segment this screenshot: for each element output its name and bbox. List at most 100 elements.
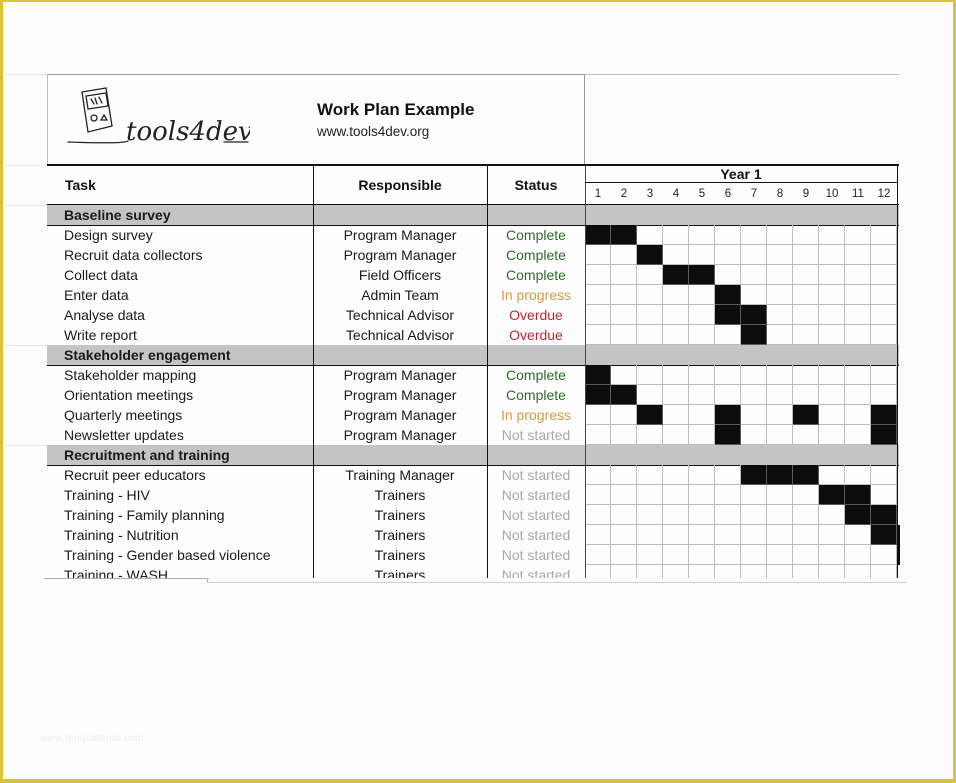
task-row[interactable]: Analyse data Technical Advisor Overdue — [47, 305, 899, 325]
gantt-cell[interactable] — [663, 305, 689, 325]
gantt-cell-scheduled[interactable] — [845, 485, 871, 505]
gantt-cell-scheduled[interactable] — [715, 425, 741, 445]
gantt-cell[interactable] — [793, 305, 819, 325]
gantt-cell[interactable] — [871, 365, 897, 385]
gantt-cell[interactable] — [715, 225, 741, 245]
gantt-cell[interactable] — [845, 425, 871, 445]
gantt-cell[interactable] — [793, 325, 819, 345]
gantt-cell[interactable] — [767, 365, 793, 385]
gantt-cell[interactable] — [741, 425, 767, 445]
gantt-cell[interactable] — [611, 505, 637, 525]
gantt-cell[interactable] — [611, 545, 637, 565]
gantt-cell[interactable] — [845, 225, 871, 245]
gantt-cell[interactable] — [689, 485, 715, 505]
gantt-cell[interactable] — [767, 265, 793, 285]
gantt-cell[interactable] — [689, 305, 715, 325]
gantt-cell[interactable] — [637, 385, 663, 405]
gantt-cell[interactable] — [793, 505, 819, 525]
gantt-cell[interactable] — [689, 385, 715, 405]
gantt-cell[interactable] — [845, 305, 871, 325]
gantt-cell[interactable] — [871, 225, 897, 245]
gantt-cell[interactable] — [689, 405, 715, 425]
task-row[interactable]: Training - Gender based violence Trainers… — [47, 545, 900, 565]
gantt-cell[interactable] — [871, 385, 897, 405]
gantt-cell-scheduled[interactable] — [585, 225, 611, 245]
gantt-cell[interactable] — [637, 465, 663, 485]
gantt-cell[interactable] — [585, 425, 611, 445]
gantt-cell[interactable] — [845, 325, 871, 345]
gantt-cell-scheduled[interactable] — [741, 305, 767, 325]
gantt-cell-scheduled[interactable] — [871, 525, 897, 545]
gantt-cell-scheduled[interactable] — [741, 465, 767, 485]
gantt-cell[interactable] — [663, 545, 689, 565]
gantt-cell[interactable] — [715, 485, 741, 505]
gantt-cell[interactable] — [637, 505, 663, 525]
gantt-cell[interactable] — [819, 545, 845, 565]
gantt-cell[interactable] — [793, 285, 819, 305]
gantt-cell[interactable] — [637, 305, 663, 325]
gantt-cell-scheduled[interactable] — [819, 485, 845, 505]
gantt-cell[interactable] — [767, 405, 793, 425]
gantt-cell[interactable] — [689, 425, 715, 445]
gantt-cell[interactable] — [637, 485, 663, 505]
gantt-cell[interactable] — [637, 325, 663, 345]
gantt-cell[interactable] — [611, 405, 637, 425]
gantt-cell[interactable] — [715, 325, 741, 345]
gantt-cell[interactable] — [715, 505, 741, 525]
gantt-cell[interactable] — [767, 285, 793, 305]
gantt-cell[interactable] — [689, 245, 715, 265]
task-row[interactable]: Training - Nutrition Trainers Not started — [47, 525, 900, 545]
gantt-cell[interactable] — [663, 525, 689, 545]
task-row[interactable]: Training - HIV Trainers Not started — [47, 485, 899, 505]
gantt-cell[interactable] — [611, 485, 637, 505]
gantt-cell[interactable] — [819, 305, 845, 325]
gantt-cell[interactable] — [689, 365, 715, 385]
task-row[interactable]: Design survey Program Manager Complete — [47, 225, 899, 245]
gantt-cell-scheduled[interactable] — [767, 465, 793, 485]
gantt-cell[interactable] — [637, 545, 663, 565]
gantt-cell[interactable] — [871, 305, 897, 325]
gantt-cell[interactable] — [793, 545, 819, 565]
gantt-cell[interactable] — [611, 265, 637, 285]
gantt-cell[interactable] — [819, 385, 845, 405]
gantt-cell[interactable] — [793, 225, 819, 245]
gantt-cell[interactable] — [663, 505, 689, 525]
task-row[interactable]: Enter data Admin Team In progress — [47, 285, 899, 305]
gantt-cell[interactable] — [689, 465, 715, 485]
gantt-cell-scheduled[interactable] — [793, 465, 819, 485]
gantt-cell[interactable] — [819, 265, 845, 285]
gantt-cell[interactable] — [689, 545, 715, 565]
gantt-cell[interactable] — [611, 425, 637, 445]
gantt-cell-scheduled[interactable] — [585, 365, 611, 385]
gantt-cell[interactable] — [689, 225, 715, 245]
task-row[interactable]: Stakeholder mapping Program Manager Comple… — [47, 365, 899, 385]
gantt-cell[interactable] — [585, 265, 611, 285]
gantt-cell-scheduled[interactable] — [715, 305, 741, 325]
gantt-cell-scheduled[interactable] — [793, 405, 819, 425]
gantt-cell[interactable] — [845, 525, 871, 545]
gantt-cell[interactable] — [819, 285, 845, 305]
gantt-cell[interactable] — [611, 525, 637, 545]
gantt-cell[interactable] — [637, 365, 663, 385]
gantt-cell[interactable] — [715, 245, 741, 265]
gantt-cell[interactable] — [663, 325, 689, 345]
gantt-cell[interactable] — [741, 365, 767, 385]
gantt-cell[interactable] — [741, 265, 767, 285]
gantt-cell[interactable] — [741, 525, 767, 545]
gantt-cell[interactable] — [585, 245, 611, 265]
gantt-cell[interactable] — [819, 225, 845, 245]
site-url[interactable]: www.tools4dev.org — [317, 124, 429, 139]
gantt-cell[interactable] — [637, 225, 663, 245]
task-row[interactable]: Training - Family planning Trainers Not st… — [47, 505, 899, 525]
gantt-cell[interactable] — [871, 545, 897, 565]
gantt-cell[interactable] — [793, 365, 819, 385]
gantt-cell[interactable] — [585, 285, 611, 305]
gantt-cell[interactable] — [637, 425, 663, 445]
gantt-cell-scheduled[interactable] — [871, 505, 897, 525]
gantt-cell[interactable] — [845, 245, 871, 265]
task-row[interactable]: Orientation meetings Program Manager Compl… — [47, 385, 899, 405]
gantt-cell-scheduled[interactable] — [845, 505, 871, 525]
gantt-cell-scheduled[interactable] — [715, 405, 741, 425]
gantt-cell[interactable] — [767, 325, 793, 345]
gantt-cell[interactable] — [767, 545, 793, 565]
